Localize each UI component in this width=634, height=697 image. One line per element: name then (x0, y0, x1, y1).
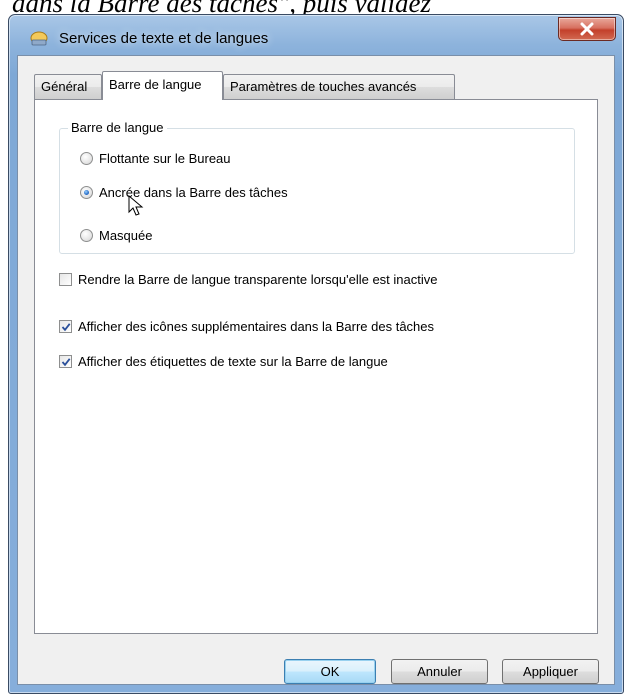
checkbox-extra-icons-row[interactable]: Afficher des icônes supplémentaires dans… (59, 319, 434, 334)
cancel-button[interactable]: Annuler (391, 659, 488, 684)
checkbox-text-labels-label: Afficher des étiquettes de texte sur la … (78, 354, 388, 369)
checkbox-extra-icons-label: Afficher des icônes supplémentaires dans… (78, 319, 435, 334)
tab-panel: Barre de langue Flottante sur le Bureau … (34, 99, 598, 634)
radio-hidden[interactable]: Masquée (80, 228, 152, 243)
radio-button[interactable] (80, 229, 93, 242)
checkbox-transparent[interactable] (59, 273, 72, 286)
checkmark-icon (61, 323, 71, 332)
tab-general[interactable]: Général (34, 74, 102, 99)
tab-advanced-key-settings[interactable]: Paramètres de touches avancés (223, 74, 455, 99)
title-bar[interactable]: Services de texte et de langues (9, 15, 623, 55)
tab-language-bar-label: Barre de langue (109, 77, 202, 92)
checkbox-text-labels[interactable] (59, 355, 72, 368)
language-bar-groupbox: Barre de langue Flottante sur le Bureau … (59, 120, 575, 254)
radio-docked-taskbar[interactable]: Ancrée dans la Barre des tâches (80, 185, 288, 200)
checkbox-transparent-row[interactable]: Rendre la Barre de langue transparente l… (59, 272, 437, 287)
radio-hidden-label: Masquée (99, 228, 153, 243)
close-icon (580, 22, 594, 36)
tab-general-label: Général (41, 79, 88, 94)
ok-button[interactable]: OK (284, 659, 376, 684)
close-button[interactable] (558, 17, 616, 41)
checkbox-extra-icons[interactable] (59, 320, 72, 333)
window-title: Services de texte et de langues (59, 30, 269, 47)
apply-button[interactable]: Appliquer (502, 659, 599, 684)
checkmark-icon (61, 358, 71, 367)
mouse-cursor-icon (128, 195, 144, 216)
apply-button-label: Appliquer (523, 664, 578, 679)
checkbox-text-labels-row[interactable]: Afficher des étiquettes de texte sur la … (59, 354, 388, 369)
radio-floating[interactable]: Flottante sur le Bureau (80, 151, 231, 166)
dialog-client-area: Général Barre de langue Paramètres de to… (17, 55, 615, 685)
language-services-icon (29, 29, 49, 47)
dialog-window: Services de texte et de langues Général … (8, 14, 624, 694)
radio-button[interactable] (80, 152, 93, 165)
radio-button-selected[interactable] (80, 186, 93, 199)
cancel-button-label: Annuler (417, 664, 462, 679)
checkbox-transparent-label: Rendre la Barre de langue transparente l… (78, 272, 438, 287)
ok-button-label: OK (320, 664, 340, 679)
tab-advanced-key-settings-label: Paramètres de touches avancés (230, 79, 417, 94)
radio-floating-label: Flottante sur le Bureau (99, 151, 231, 166)
groupbox-title: Barre de langue (68, 120, 167, 135)
tab-language-bar[interactable]: Barre de langue (102, 71, 223, 100)
